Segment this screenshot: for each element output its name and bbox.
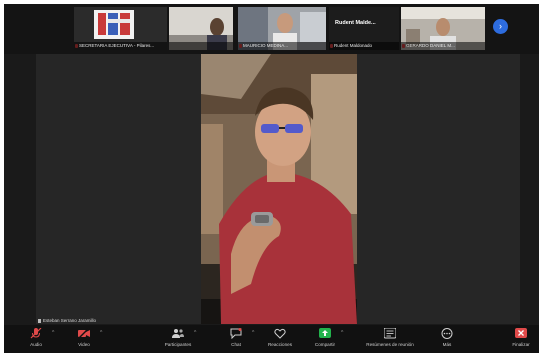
- speaker-video-frame: [201, 54, 357, 324]
- share-screen-button[interactable]: Compartir: [307, 328, 343, 352]
- participant-tile[interactable]: GERARDO DANIEL M...: [401, 7, 485, 50]
- zoom-meeting-window: SECRETARIA EJECUTIVA - Pilares... MAURIC…: [4, 4, 539, 353]
- chat-label: Chat: [231, 342, 241, 347]
- participant-title: Rudent Malde...: [335, 20, 376, 26]
- participants-button[interactable]: Participantes: [160, 328, 196, 352]
- end-meeting-label: Finalizar: [512, 342, 530, 347]
- meeting-summary-button[interactable]: Resúmenes de reunión: [366, 328, 414, 352]
- more-icon: [441, 328, 453, 339]
- audio-label: Audio: [30, 342, 42, 347]
- participant-strip: SECRETARIA EJECUTIVA - Pilares... MAURIC…: [4, 4, 539, 54]
- speaker-stage: Esteban Serrano Jaramillo: [36, 54, 520, 324]
- participant-name: [169, 42, 233, 50]
- more-label: Más: [442, 342, 452, 347]
- speaker-name-label: Esteban Serrano Jaramillo: [38, 318, 96, 323]
- participant-name: SECRETARIA EJECUTIVA - Pilares...: [74, 42, 167, 50]
- participant-name: GERARDO DANIEL M...: [401, 42, 485, 50]
- meeting-toolbar: Audio ^ Video ^ Participantes ^ Chat ^ R…: [4, 325, 539, 353]
- participant-name: Rudent Maldonado: [329, 42, 399, 50]
- video-button[interactable]: Video: [66, 328, 102, 352]
- end-meeting-button[interactable]: Finalizar: [503, 328, 539, 352]
- meeting-summary-icon: [384, 328, 396, 339]
- share-options-caret-icon[interactable]: ^: [341, 330, 343, 336]
- speaker-name: Esteban Serrano Jaramillo: [43, 318, 97, 323]
- mic-muted-icon: [30, 328, 42, 339]
- mic-icon: [38, 318, 41, 323]
- participant-tile[interactable]: SECRETARIA EJECUTIVA - Pilares...: [74, 7, 167, 50]
- share-screen-icon: [319, 328, 331, 338]
- participants-options-caret-icon[interactable]: ^: [194, 330, 196, 336]
- active-speaker-video[interactable]: [201, 54, 357, 324]
- chat-button[interactable]: Chat: [218, 328, 254, 352]
- participant-tile[interactable]: [169, 7, 233, 50]
- participants-label: Participantes: [164, 342, 192, 347]
- reactions-button[interactable]: Reacciones: [262, 328, 298, 352]
- next-page-button[interactable]: ›: [493, 19, 508, 34]
- chat-options-caret-icon[interactable]: ^: [252, 330, 254, 336]
- participant-name: MAURICIO MEDINA...: [238, 42, 326, 50]
- reactions-label: Reacciones: [267, 342, 292, 347]
- share-screen-label: Compartir: [314, 342, 336, 347]
- end-meeting-icon: [515, 328, 527, 338]
- meeting-summary-label: Resúmenes de reunión: [366, 342, 414, 347]
- participants-icon: [172, 329, 184, 338]
- video-label: Video: [78, 342, 90, 347]
- participant-tile[interactable]: MAURICIO MEDINA...: [238, 7, 326, 50]
- audio-button[interactable]: Audio: [18, 328, 54, 352]
- reactions-icon: [274, 328, 286, 339]
- participant-tile[interactable]: Rudent Malde... Rudent Maldonado: [329, 7, 399, 50]
- audio-options-caret-icon[interactable]: ^: [52, 330, 54, 336]
- chat-icon: [230, 328, 242, 339]
- more-button[interactable]: Más: [429, 328, 465, 352]
- video-off-icon: [78, 328, 90, 339]
- video-options-caret-icon[interactable]: ^: [100, 330, 102, 336]
